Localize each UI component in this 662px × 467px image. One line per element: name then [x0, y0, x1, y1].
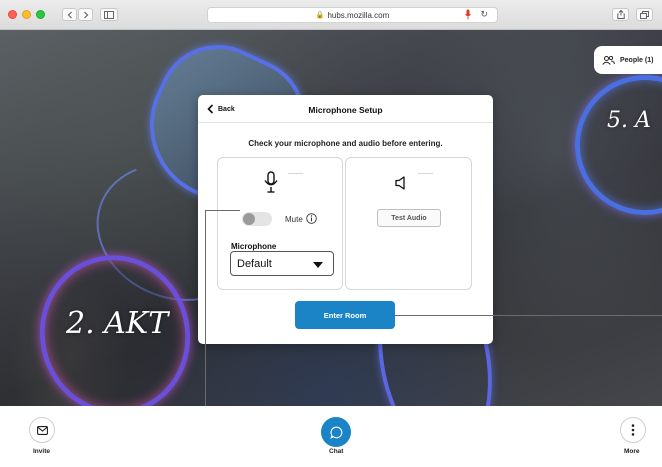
- tabs-icon: [640, 10, 649, 19]
- lock-icon: 🔒: [315, 12, 325, 19]
- window-minimize-button[interactable]: [22, 10, 31, 19]
- speaker-level-meter: [418, 173, 433, 174]
- envelope-icon: [36, 425, 48, 435]
- sidebar-icon: [104, 10, 114, 19]
- mute-label: Mute: [285, 215, 303, 224]
- share-button[interactable]: [612, 8, 629, 21]
- tabs-button[interactable]: [636, 8, 653, 21]
- scene-sign-right: 5. A: [607, 108, 651, 133]
- chat-button[interactable]: [321, 417, 351, 447]
- speaker-panel: Test Audio: [345, 157, 472, 290]
- window-maximize-button[interactable]: [36, 10, 45, 19]
- mic-level-meter: [288, 173, 303, 174]
- callout-line-enter-room: [395, 315, 662, 316]
- invite-button[interactable]: [29, 417, 55, 443]
- people-icon: [602, 55, 615, 65]
- invite-label: Invite: [33, 448, 50, 455]
- more-button[interactable]: [620, 417, 646, 443]
- bottom-toolbar: Invite Chat More: [0, 406, 662, 467]
- info-icon[interactable]: [306, 213, 317, 224]
- mute-toggle[interactable]: [242, 212, 272, 226]
- people-button-label: People (1): [620, 56, 654, 64]
- dialog-subtitle: Check your microphone and audio before e…: [248, 139, 443, 148]
- microphone-icon: [264, 171, 278, 193]
- enter-room-button[interactable]: Enter Room: [295, 301, 395, 329]
- people-button[interactable]: People (1): [594, 46, 662, 74]
- speaker-icon: [395, 176, 405, 190]
- test-audio-button[interactable]: Test Audio: [377, 209, 441, 227]
- window-close-button[interactable]: [8, 10, 17, 19]
- url-text: hubs.mozilla.com: [327, 10, 390, 20]
- caret-down-icon: [313, 262, 323, 268]
- share-icon: [616, 10, 625, 19]
- scene-sign-left: 2. AKT: [66, 306, 169, 341]
- scene-object-ring-right: [575, 75, 662, 215]
- chevron-right-icon: [83, 11, 88, 18]
- microphone-setup-dialog: Back Microphone Setup Check your microph…: [198, 95, 493, 344]
- reload-icon[interactable]: ↻: [480, 9, 488, 20]
- callout-line-mute-horizontal: [205, 210, 240, 211]
- microphone-select-label: Microphone: [231, 242, 277, 251]
- chat-label: Chat: [329, 448, 344, 455]
- back-nav-button[interactable]: [62, 8, 77, 21]
- microphone-select[interactable]: Default: [230, 251, 334, 276]
- forward-nav-button[interactable]: [78, 8, 93, 21]
- header-divider: [198, 122, 493, 123]
- microphone-active-icon[interactable]: [465, 9, 471, 22]
- more-vertical-icon: [631, 424, 635, 436]
- chat-bubble-icon: [329, 426, 342, 439]
- more-label: More: [624, 448, 640, 455]
- chevron-left-icon: [67, 11, 72, 18]
- microphone-select-value: Default: [237, 257, 272, 270]
- microphone-panel: Mute Microphone Default: [217, 157, 343, 290]
- mute-toggle-knob: [243, 213, 255, 225]
- dialog-title: Microphone Setup: [308, 105, 383, 115]
- address-bar[interactable]: 🔒 hubs.mozilla.com ↻: [207, 7, 498, 23]
- browser-toolbar: 🔒 hubs.mozilla.com ↻: [0, 0, 662, 30]
- sidebar-toggle-button[interactable]: [100, 8, 118, 21]
